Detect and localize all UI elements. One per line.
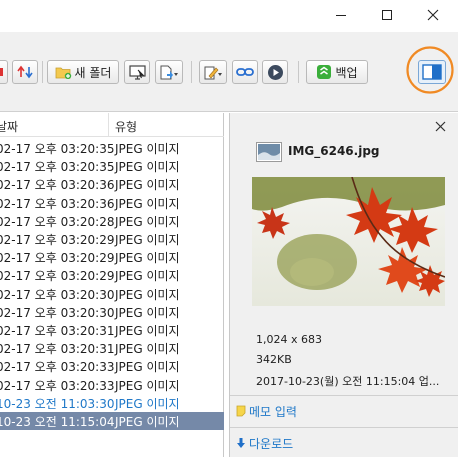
table-row[interactable]: 02-17 오후 03:20:31 JPEG 이미지 <box>0 339 224 357</box>
cell-date: 10-23 오전 11:15:04 <box>0 415 115 429</box>
table-row[interactable]: 02-17 오후 03:20:30 JPEG 이미지 <box>0 285 224 303</box>
cell-type: JPEG 이미지 <box>115 415 180 429</box>
sort-arrows-icon <box>17 65 33 79</box>
memo-input-link[interactable]: 메모 입력 <box>249 403 297 420</box>
play-button[interactable] <box>262 60 288 84</box>
monitor-icon <box>128 64 146 80</box>
partial-button[interactable] <box>0 60 8 84</box>
toolbar-separator <box>191 61 192 83</box>
column-divider <box>108 113 109 137</box>
table-row[interactable]: 02-17 오후 03:20:29 JPEG 이미지 <box>0 230 224 248</box>
table-row[interactable]: 02-17 오후 03:20:36 JPEG 이미지 <box>0 175 224 193</box>
table-row[interactable]: 02-17 오후 03:20:33 JPEG 이미지 <box>0 357 224 375</box>
cell-date: 02-17 오후 03:20:33 <box>0 360 115 375</box>
cell-date: 02-17 오후 03:20:30 <box>0 305 115 320</box>
minimize-button[interactable] <box>318 0 364 30</box>
maximize-button[interactable] <box>364 0 410 30</box>
download-link[interactable]: 다운로드 <box>249 435 293 452</box>
cell-type: JPEG 이미지 <box>115 305 180 320</box>
cell-date: 02-17 오후 03:20:35 <box>0 160 115 175</box>
close-window-button[interactable] <box>410 0 456 30</box>
preview-dimensions: 1,024 x 683 <box>256 333 322 346</box>
cell-type: JPEG 이미지 <box>115 287 180 302</box>
toolbar-separator <box>42 61 43 83</box>
highlight-circle <box>406 46 454 94</box>
cell-date: 10-23 오전 11:03:30 <box>0 396 115 411</box>
cell-date: 02-17 오후 03:20:36 <box>0 196 115 211</box>
cell-type: JPEG 이미지 <box>115 178 180 193</box>
cell-date: 02-17 오후 03:20:30 <box>0 287 115 302</box>
cell-type: JPEG 이미지 <box>115 342 180 357</box>
cell-date: 02-17 오후 03:20:29 <box>0 251 115 266</box>
table-row[interactable]: 02-17 오후 03:20:35 JPEG 이미지 <box>0 157 224 175</box>
header-date[interactable]: 날짜 <box>0 118 18 135</box>
cell-type: JPEG 이미지 <box>115 251 180 266</box>
sort-button[interactable] <box>12 60 38 84</box>
table-row[interactable]: 02-17 오후 03:20:33 JPEG 이미지 <box>0 376 224 394</box>
cell-type: JPEG 이미지 <box>115 324 180 338</box>
cell-date: 02-17 오후 03:20:33 <box>0 378 115 393</box>
table-row[interactable]: 10-23 오전 11:15:04 JPEG 이미지 <box>0 412 224 430</box>
divider <box>230 395 458 396</box>
preview-image <box>252 177 445 306</box>
table-row[interactable]: 02-17 오후 03:20:30 JPEG 이미지 <box>0 303 224 321</box>
edit-button[interactable] <box>199 60 227 84</box>
cell-date: 02-17 오후 03:20:29 <box>0 233 115 247</box>
cell-date: 02-17 오후 03:20:28 <box>0 214 115 229</box>
cell-date: 02-17 오후 03:20:29 <box>0 269 115 284</box>
table-row[interactable]: 02-17 오후 03:20:29 JPEG 이미지 <box>0 248 224 266</box>
new-folder-label: 새 폴더 <box>74 65 112 80</box>
preview-filename: IMG_6246.jpg <box>288 144 380 158</box>
table-row[interactable]: 02-17 오후 03:20:35 JPEG 이미지 <box>0 139 224 157</box>
header-type[interactable]: 유형 <box>115 118 137 135</box>
cell-type: JPEG 이미지 <box>115 233 180 247</box>
new-folder-icon <box>55 67 71 79</box>
image-file-icon <box>256 142 282 162</box>
preview-panel: IMG_6246.jpg 1,024 x 683 342KB 2017-10-2… <box>229 113 458 457</box>
minimize-icon <box>336 15 346 16</box>
partial-icon <box>0 68 3 76</box>
cell-type: JPEG 이미지 <box>115 269 180 284</box>
toolbar-separator <box>298 61 299 83</box>
backup-label: 백업 <box>335 65 358 80</box>
cell-type: JPEG 이미지 <box>115 160 180 175</box>
copy-to-button[interactable] <box>155 60 183 84</box>
divider <box>230 427 458 428</box>
cell-type: JPEG 이미지 <box>115 196 180 211</box>
table-row[interactable]: 02-17 오후 03:20:28 JPEG 이미지 <box>0 212 224 230</box>
edit-note-icon <box>204 66 222 79</box>
backup-button[interactable]: 백업 <box>306 60 368 84</box>
cell-type: JPEG 이미지 <box>115 396 180 411</box>
new-folder-button[interactable]: 새 폴더 <box>47 60 119 84</box>
download-arrow-icon <box>237 438 245 448</box>
cell-date: 02-17 오후 03:20:31 <box>0 342 115 357</box>
preview-modified-date: 2017-10-23(월) 오전 11:15:04 업... <box>256 375 440 388</box>
table-row[interactable]: 02-17 오후 03:20:36 JPEG 이미지 <box>0 194 224 212</box>
title-bar <box>0 0 458 32</box>
link-button[interactable] <box>232 60 258 84</box>
cell-type: JPEG 이미지 <box>115 378 180 393</box>
preview-filesize: 342KB <box>256 353 292 366</box>
close-icon <box>427 9 439 21</box>
close-icon[interactable] <box>435 121 447 133</box>
play-icon <box>267 64 283 80</box>
cell-type: JPEG 이미지 <box>115 142 180 156</box>
list-header: 날짜 유형 <box>0 113 224 137</box>
cell-date: 02-17 오후 03:20:36 <box>0 178 115 193</box>
link-icon <box>236 68 254 76</box>
cell-type: JPEG 이미지 <box>115 360 180 375</box>
cell-date: 02-17 오후 03:20:35 <box>0 142 115 156</box>
table-row[interactable]: 02-17 오후 03:20:31 JPEG 이미지 <box>0 321 224 339</box>
slideshow-button[interactable] <box>124 60 150 84</box>
toolbar: 새 폴더 백업 <box>0 32 458 112</box>
cell-type: JPEG 이미지 <box>115 214 180 229</box>
table-row[interactable]: 10-23 오전 11:03:30 JPEG 이미지 <box>0 394 224 412</box>
backup-icon <box>317 65 332 79</box>
file-list: 날짜 유형 02-17 오후 03:20:35 JPEG 이미지 02-17 오후 … <box>0 113 224 457</box>
cell-date: 02-17 오후 03:20:31 <box>0 324 115 338</box>
table-row[interactable]: 02-17 오후 03:20:29 JPEG 이미지 <box>0 266 224 284</box>
maximize-icon <box>382 10 392 20</box>
memo-icon <box>236 405 246 417</box>
document-dropdown-icon <box>160 65 178 79</box>
